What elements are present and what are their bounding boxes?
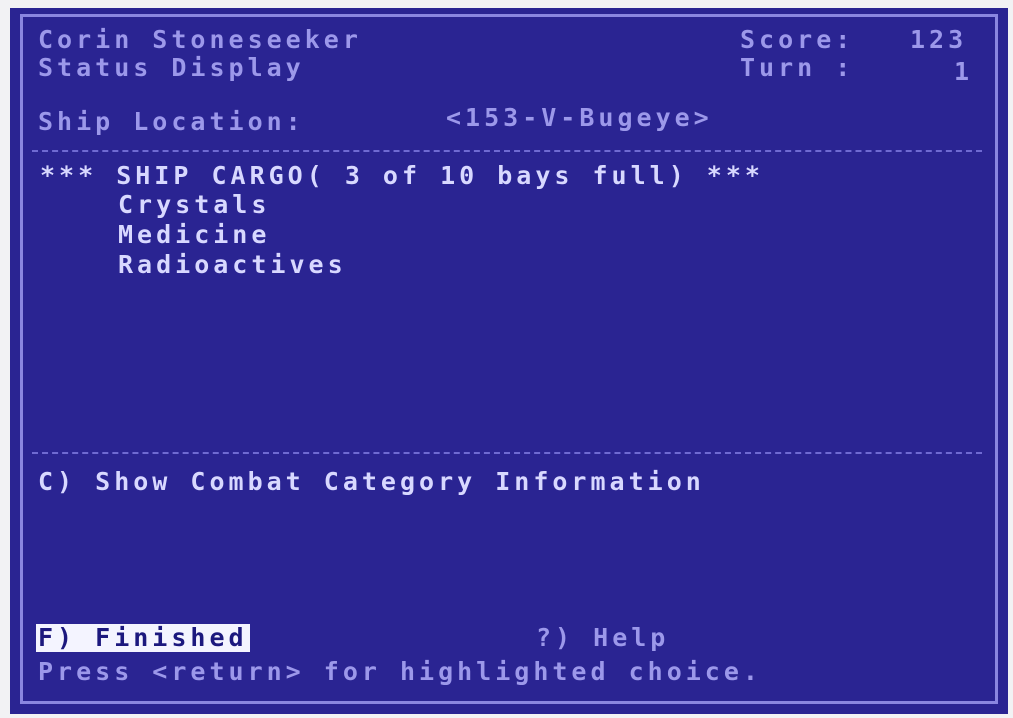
menu-show-combat-info[interactable]: C) Show Combat Category Information xyxy=(38,468,705,496)
menu-finished-button[interactable]: F) Finished xyxy=(36,624,250,652)
ship-location-value: <153-V-Bugeye> xyxy=(446,103,713,132)
cargo-item: Radioactives xyxy=(118,250,347,279)
divider-top xyxy=(32,150,982,152)
score-label: Score: xyxy=(740,25,855,54)
screen-title: Status Display xyxy=(38,53,305,82)
divider-bottom xyxy=(32,452,982,454)
ship-location-label: Ship Location: xyxy=(38,107,305,136)
turn-value: 1 xyxy=(954,57,974,86)
turn-label: Turn : xyxy=(740,53,855,82)
score-value: 123 xyxy=(910,25,968,54)
return-prompt: Press <return> for highlighted choice. xyxy=(38,657,762,686)
player-name: Corin Stoneseeker xyxy=(38,25,362,54)
game-screen: Corin Stoneseeker Status Display Score: … xyxy=(10,8,1008,714)
cargo-heading: *** SHIP CARGO( 3 of 10 bays full) *** xyxy=(40,161,764,190)
cargo-item: Crystals xyxy=(118,190,271,219)
cargo-item: Medicine xyxy=(118,220,271,249)
menu-help-option[interactable]: ?) Help xyxy=(536,624,669,652)
